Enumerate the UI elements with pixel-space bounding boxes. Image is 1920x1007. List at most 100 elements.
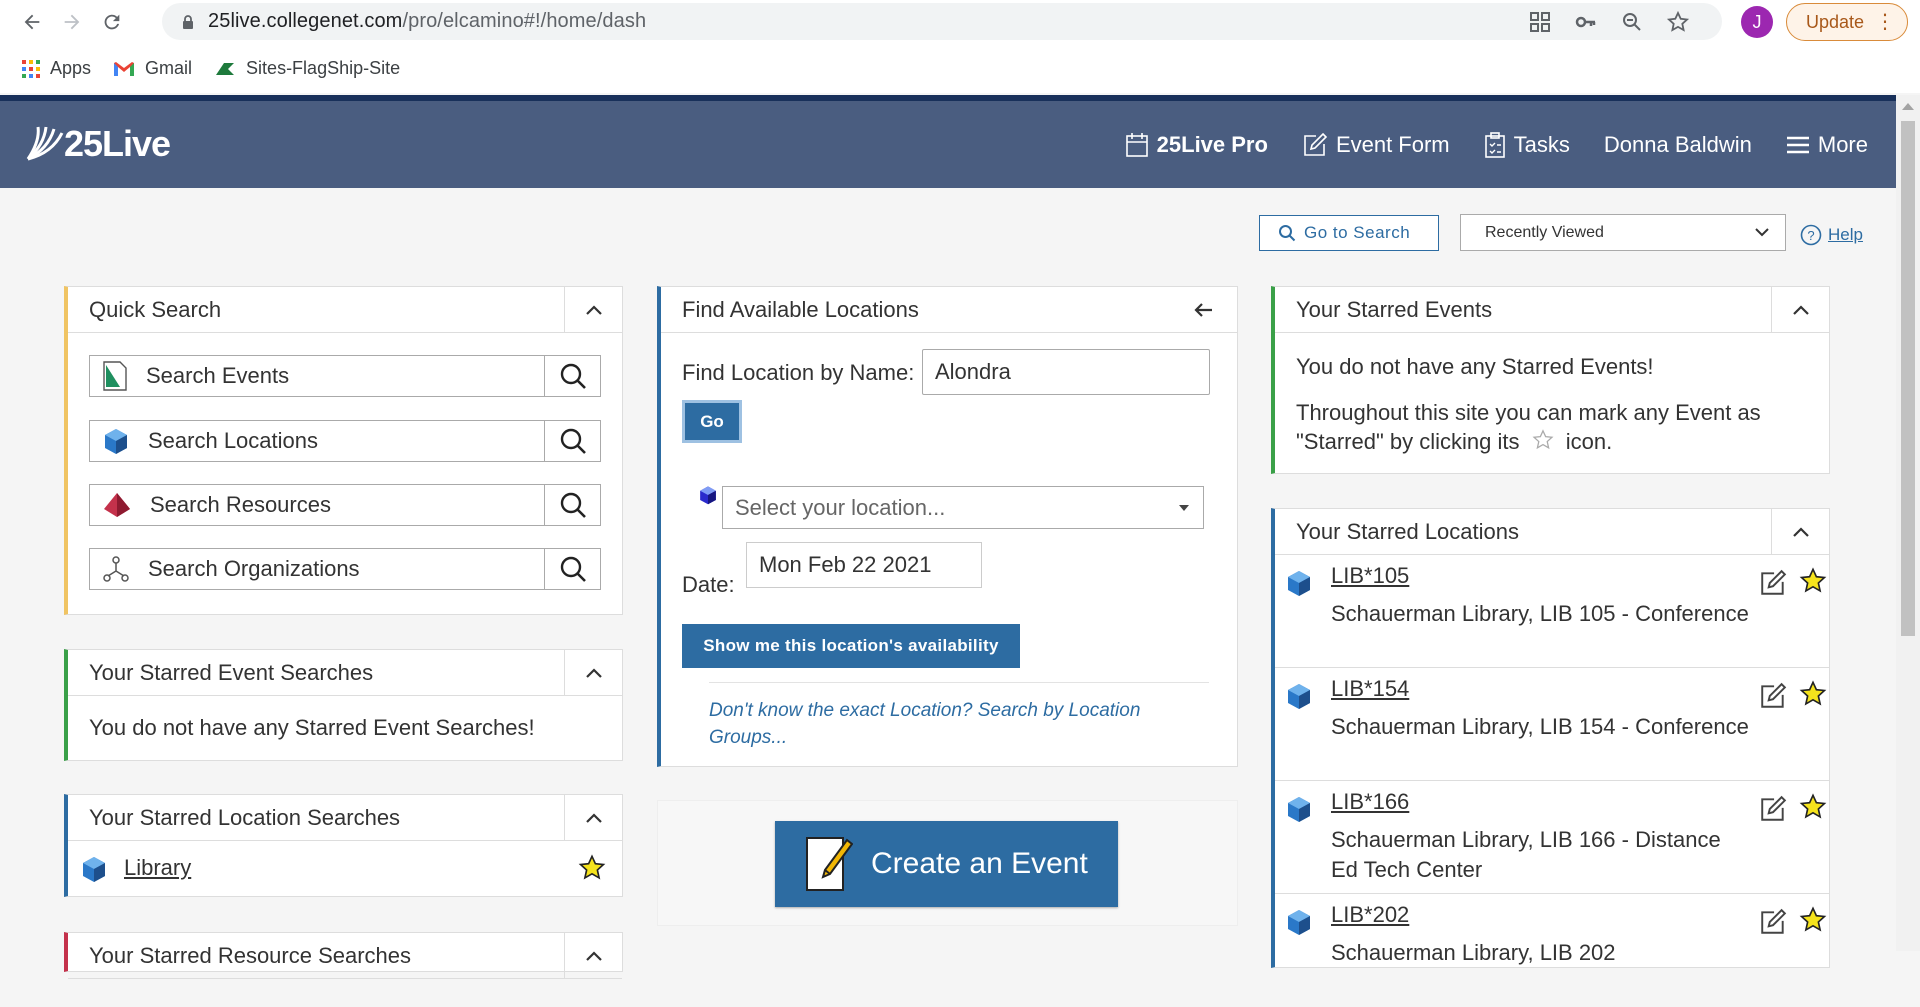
star-hint-suffix: icon.	[1565, 429, 1613, 454]
star-filled-icon[interactable]	[1799, 793, 1827, 821]
reload-button[interactable]	[92, 2, 132, 42]
location-select-placeholder: Select your location...	[735, 494, 946, 520]
location-link[interactable]: LIB*105	[1331, 563, 1409, 589]
location-cube-icon	[700, 486, 716, 505]
back-button[interactable]	[12, 2, 52, 42]
bookmark-apps[interactable]: Apps	[22, 58, 91, 79]
bookmark-star-icon[interactable]	[1666, 10, 1690, 34]
location-link[interactable]: LIB*166	[1331, 789, 1409, 815]
nav-event-form[interactable]: Event Form	[1302, 132, 1450, 158]
date-input[interactable]: Mon Feb 22 2021	[746, 542, 982, 588]
location-name-input[interactable]: Alondra	[922, 349, 1210, 395]
starred-location-searches-panel: Your Starred Location Searches Library	[64, 794, 623, 897]
help-link[interactable]: ? Help	[1800, 224, 1863, 246]
bookmark-gmail[interactable]: Gmail	[113, 58, 192, 79]
svg-text:?: ?	[1807, 228, 1814, 243]
panel-header: Your Starred Events	[1275, 287, 1829, 333]
lock-icon	[183, 14, 193, 29]
collapse-button[interactable]	[564, 650, 622, 695]
search-organizations-row: Search Organizations	[89, 548, 601, 590]
recently-viewed-dropdown[interactable]: Recently Viewed	[1460, 214, 1786, 251]
star-hint-text: Throughout this site you can mark any Ev…	[1296, 400, 1761, 454]
zoom-icon[interactable]	[1620, 10, 1644, 34]
edit-icon[interactable]	[1759, 908, 1787, 936]
location-link[interactable]: LIB*202	[1331, 902, 1409, 928]
star-filled-icon[interactable]	[1799, 680, 1827, 708]
location-groups-link[interactable]: Don't know the exact Location? Search by…	[709, 697, 1189, 751]
chevron-up-icon	[585, 950, 602, 961]
nav-more[interactable]: More	[1786, 132, 1868, 158]
address-bar-actions	[1528, 3, 1690, 40]
gmail-icon	[114, 61, 135, 76]
search-events-input[interactable]: Search Events	[89, 355, 546, 397]
location-description: Schauerman Library, LIB 105 - Conference	[1331, 601, 1749, 626]
search-locations-input[interactable]: Search Locations	[89, 420, 546, 462]
edit-icon[interactable]	[1759, 682, 1787, 710]
collapse-button[interactable]	[1771, 509, 1829, 554]
starred-events-panel: Your Starred Events You do not have any …	[1271, 286, 1830, 474]
dropdown-caret-icon	[1179, 505, 1189, 511]
app-header: 25Live 25Live Pro Event Form Tasks Donna…	[0, 95, 1896, 188]
arrow-left-icon[interactable]	[1193, 302, 1213, 318]
go-to-search-button[interactable]: Go to Search	[1259, 215, 1439, 251]
edit-icon[interactable]	[1759, 569, 1787, 597]
clipboard-icon	[1484, 131, 1505, 158]
panel-title: Your Starred Location Searches	[89, 804, 401, 830]
search-icon	[560, 492, 586, 518]
bookmark-flagship[interactable]: Sites-FlagShip-Site	[214, 58, 400, 79]
forward-button[interactable]	[52, 2, 92, 42]
scrollbar-thumb[interactable]	[1901, 121, 1915, 636]
star-filled-icon[interactable]	[1799, 567, 1827, 595]
panel-header: Your Starred Event Searches	[68, 650, 622, 696]
25live-logo-icon	[26, 126, 64, 161]
logo[interactable]: 25Live	[26, 123, 171, 165]
location-select[interactable]: Select your location...	[722, 486, 1204, 529]
location-link[interactable]: LIB*154	[1331, 676, 1409, 702]
collapse-button[interactable]	[564, 795, 622, 840]
collapse-button[interactable]	[564, 287, 622, 332]
star-filled-icon[interactable]	[578, 854, 606, 882]
location-search-link[interactable]: Library	[124, 855, 191, 881]
update-button[interactable]: Update ⋮	[1786, 3, 1908, 41]
edit-icon[interactable]	[1759, 795, 1787, 823]
nav-user[interactable]: Donna Baldwin	[1604, 132, 1752, 158]
edit-icon	[1304, 132, 1328, 156]
nav-tasks[interactable]: Tasks	[1484, 132, 1570, 158]
page-scrollbar[interactable]	[1896, 95, 1920, 951]
location-cube-icon	[105, 429, 127, 454]
search-locations-button[interactable]	[545, 420, 601, 462]
search-resources-input[interactable]: Search Resources	[89, 484, 546, 526]
pencil-paper-icon	[806, 837, 853, 891]
search-organizations-button[interactable]	[545, 548, 601, 590]
go-button[interactable]: Go	[682, 400, 742, 443]
search-organizations-input[interactable]: Search Organizations	[89, 548, 546, 590]
show-availability-button[interactable]: Show me this location's availability	[682, 624, 1020, 668]
location-description: Schauerman Library, LIB 202	[1331, 940, 1616, 965]
logo-text: 25Live	[64, 123, 171, 164]
profile-avatar[interactable]: J	[1741, 6, 1773, 38]
address-bar[interactable]: 25live.collegenet.com/pro/elcamino#!/hom…	[162, 3, 1722, 40]
create-event-label: Create an Event	[871, 847, 1088, 880]
star-filled-icon[interactable]	[1799, 906, 1827, 934]
list-item: LIB*154 Schauerman Library, LIB 154 - Co…	[1275, 668, 1830, 781]
nav-label: 25Live Pro	[1156, 131, 1268, 157]
user-name: Donna Baldwin	[1603, 131, 1752, 157]
app-grid-icon[interactable]	[1528, 10, 1552, 34]
search-label: Search Resources	[150, 492, 331, 517]
resource-icon	[104, 493, 130, 517]
search-events-button[interactable]	[545, 355, 601, 397]
search-resources-button[interactable]	[545, 484, 601, 526]
search-label: Search Organizations	[148, 556, 360, 581]
collapse-button[interactable]	[564, 933, 622, 978]
nav-25live-pro[interactable]: 25Live Pro	[1125, 132, 1268, 158]
key-icon[interactable]	[1574, 10, 1598, 34]
collapse-button[interactable]	[1771, 287, 1829, 332]
scroll-up-arrow-icon[interactable]	[1902, 103, 1914, 110]
header-nav: 25Live Pro Event Form Tasks Donna Baldwi…	[1125, 101, 1868, 188]
arrow-right-icon	[64, 14, 80, 30]
panel-title: Find Available Locations	[682, 296, 919, 322]
create-event-button[interactable]: Create an Event	[775, 821, 1118, 907]
url-path: /pro/elcamino#!/home/dash	[402, 10, 647, 32]
panel-header: Quick Search	[68, 287, 622, 333]
star-hint: Throughout this site you can mark any Ev…	[1296, 398, 1816, 456]
